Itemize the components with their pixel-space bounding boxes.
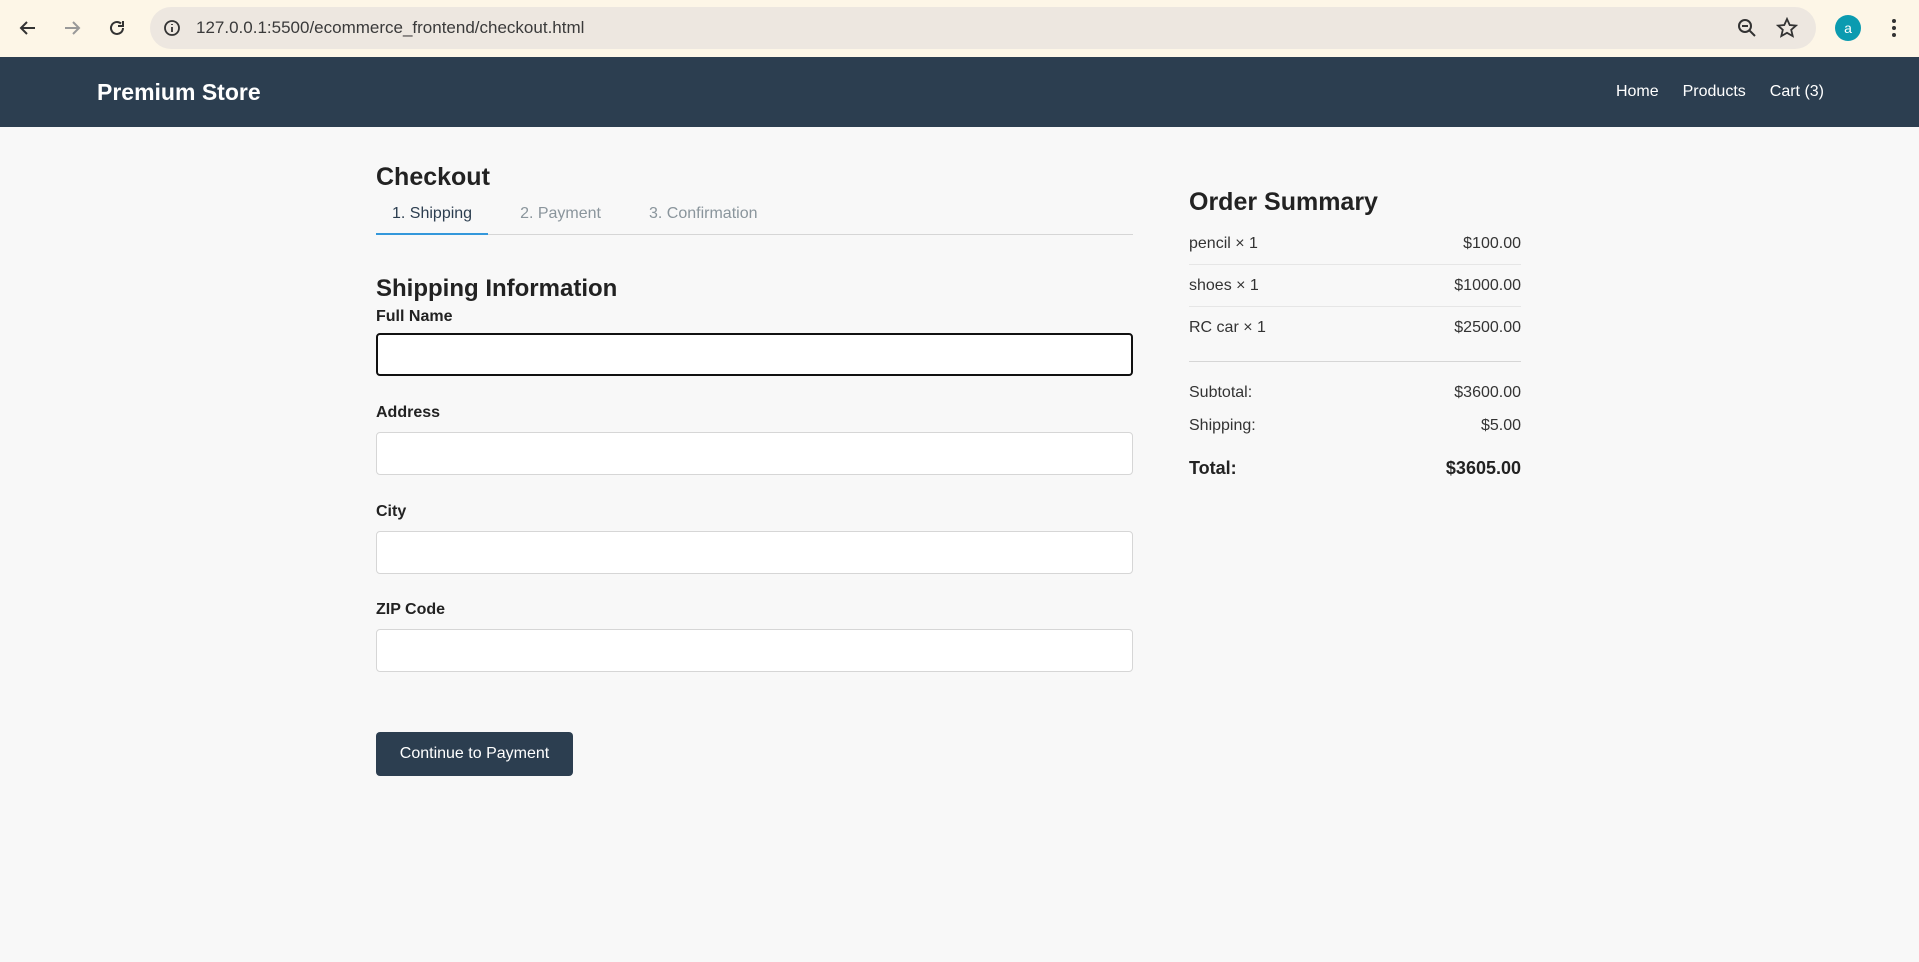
checkout-steps: 1. Shipping 2. Payment 3. Confirmation (376, 199, 1133, 235)
full-name-group: Full Name (376, 308, 1133, 376)
continue-to-payment-button[interactable]: Continue to Payment (376, 732, 573, 776)
total-value: $3605.00 (1445, 458, 1521, 478)
item-price: $2500.00 (1454, 319, 1521, 336)
address-group: Address (376, 404, 1133, 475)
site-info-icon[interactable] (162, 18, 182, 38)
shipping-row: Shipping: $5.00 (1189, 409, 1521, 442)
shipping-label: Shipping: (1189, 416, 1256, 434)
item-price: $100.00 (1463, 234, 1521, 252)
more-vert-icon[interactable] (1884, 16, 1904, 40)
city-group: City (376, 503, 1133, 574)
step-confirmation[interactable]: 3. Confirmation (633, 199, 774, 235)
summary-items: pencil × 1 $100.00 shoes × 1 $1000.00 RC… (1189, 223, 1521, 349)
back-arrow-icon[interactable] (14, 14, 42, 42)
zoom-icon[interactable] (1736, 17, 1758, 39)
total-row: Total: $3605.00 (1189, 452, 1521, 485)
subtotal-value: $3600.00 (1454, 383, 1521, 401)
item-name: shoes × 1 (1189, 276, 1259, 294)
zip-label: ZIP Code (376, 601, 446, 618)
full-name-input[interactable] (376, 333, 1133, 376)
address-bar[interactable]: 127.0.0.1:5500/ecommerce_frontend/checko… (150, 7, 1816, 49)
address-label: Address (376, 404, 441, 421)
nav-home-link[interactable]: Home (1616, 83, 1659, 101)
shipping-section-title: Shipping Information (376, 275, 618, 302)
zip-input[interactable] (376, 629, 1133, 672)
zip-group: ZIP Code (376, 601, 1133, 672)
nav-cart-link[interactable]: Cart (3) (1770, 83, 1824, 101)
forward-arrow-icon[interactable] (58, 14, 86, 42)
profile-avatar[interactable]: a (1835, 15, 1861, 41)
order-summary-title: Order Summary (1189, 188, 1378, 216)
step-payment[interactable]: 2. Payment (504, 199, 617, 235)
subtotal-row: Subtotal: $3600.00 (1189, 376, 1521, 409)
subtotal-label: Subtotal: (1189, 383, 1253, 401)
address-input[interactable] (376, 432, 1133, 475)
shipping-value: $5.00 (1480, 416, 1521, 434)
summary-totals: Subtotal: $3600.00 Shipping: $5.00 Total… (1189, 376, 1521, 485)
url-text[interactable]: 127.0.0.1:5500/ecommerce_frontend/checko… (196, 18, 584, 38)
reload-icon[interactable] (103, 14, 131, 42)
list-item: pencil × 1 $100.00 (1189, 223, 1521, 265)
page-title: Checkout (376, 163, 490, 191)
site-header: Premium Store Home Products Cart (3) (0, 57, 1919, 127)
full-name-label: Full Name (376, 308, 453, 325)
nav-products-link[interactable]: Products (1683, 83, 1746, 101)
brand-logo[interactable]: Premium Store (97, 79, 261, 106)
order-summary: Order Summary pencil × 1 $100.00 shoes ×… (1189, 188, 1521, 485)
main-nav: Home Products Cart (3) (1616, 83, 1824, 101)
list-item: RC car × 1 $2500.00 (1189, 307, 1521, 349)
step-shipping[interactable]: 1. Shipping (376, 199, 489, 235)
item-name: RC car × 1 (1189, 319, 1266, 336)
summary-divider (1189, 361, 1521, 362)
browser-toolbar: 127.0.0.1:5500/ecommerce_frontend/checko… (0, 0, 1919, 57)
bookmark-star-icon[interactable] (1775, 16, 1799, 39)
total-label: Total: (1189, 458, 1237, 478)
item-name: pencil × 1 (1189, 234, 1258, 252)
item-price: $1000.00 (1454, 276, 1521, 294)
city-label: City (376, 503, 407, 520)
list-item: shoes × 1 $1000.00 (1189, 265, 1521, 307)
checkout-section: Checkout 1. Shipping 2. Payment 3. Confi… (376, 163, 1133, 776)
city-input[interactable] (376, 531, 1133, 574)
